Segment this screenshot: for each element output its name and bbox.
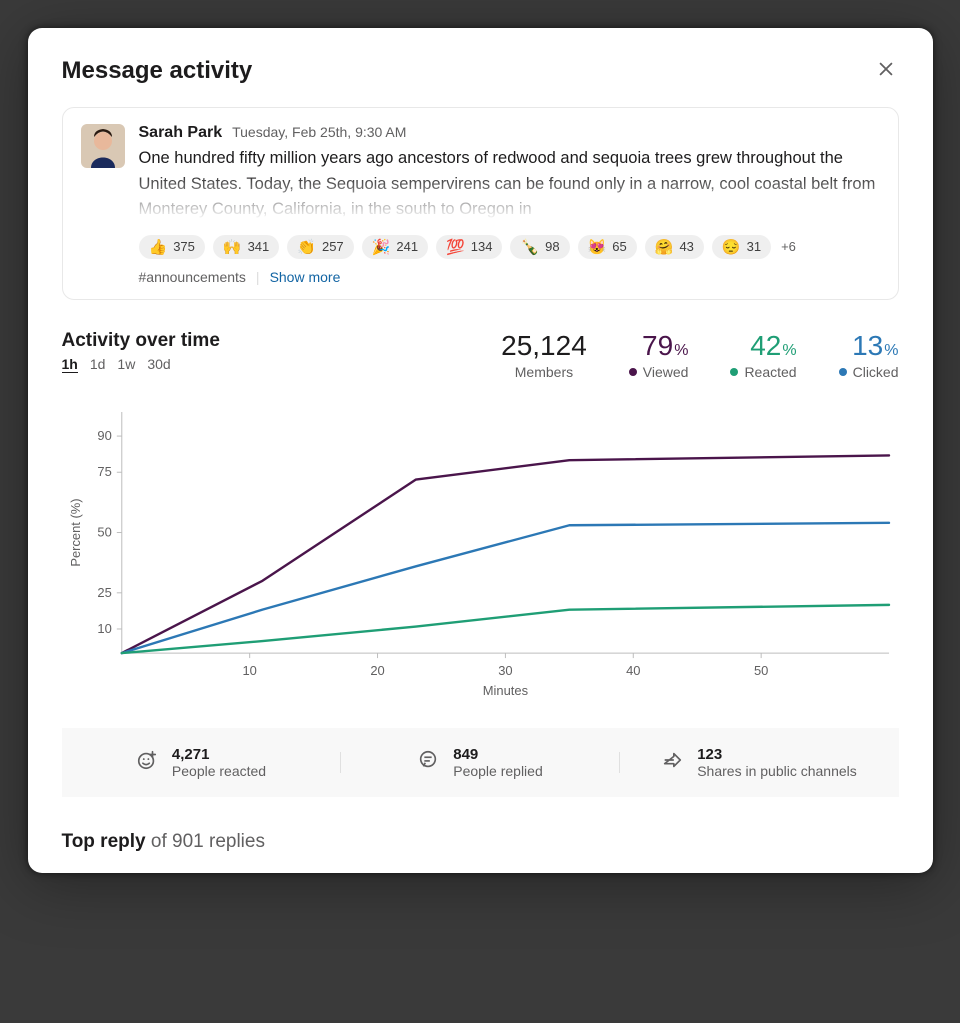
reaction-emoji: 👏 [297, 238, 316, 256]
author-avatar[interactable] [81, 124, 125, 168]
reaction-emoji: 😻 [588, 238, 607, 256]
reaction-count: 241 [396, 239, 418, 254]
reaction-pill[interactable]: 💯 134 [436, 235, 502, 259]
stat-viewed: 79% Viewed [629, 330, 689, 380]
stat-clicked: 13% Clicked [839, 330, 899, 380]
svg-text:25: 25 [97, 584, 111, 599]
panel-header: Message activity [62, 56, 899, 85]
stat-reacted-value: 42 [750, 330, 781, 362]
svg-text:30: 30 [498, 663, 512, 678]
svg-text:40: 40 [626, 663, 640, 678]
reaction-emoji: 🍾 [520, 238, 539, 256]
time-range-tab-30d[interactable]: 30d [147, 356, 170, 373]
summary-value: 4,271 [172, 746, 266, 763]
reaction-count: 375 [173, 239, 195, 254]
reply-icon [417, 749, 439, 776]
stat-members-value: 25,124 [501, 330, 587, 362]
time-range-tabs: 1h 1d 1w 30d [62, 356, 220, 373]
add-reaction-icon [136, 749, 158, 776]
svg-text:50: 50 [753, 663, 767, 678]
pct-sign: % [674, 342, 688, 360]
summary-value: 123 [697, 746, 857, 763]
message-body: Sarah Park Tuesday, Feb 25th, 9:30 AM On… [139, 124, 880, 285]
reaction-pill[interactable]: 😻 65 [578, 235, 637, 259]
reaction-emoji: 🤗 [655, 238, 674, 256]
legend-dot-reacted [730, 368, 738, 376]
summary-value: 849 [453, 746, 543, 763]
reaction-emoji: 🎉 [372, 238, 391, 256]
stat-members-label: Members [501, 364, 587, 380]
legend-dot-clicked [839, 368, 847, 376]
message-channel[interactable]: #announcements [139, 269, 246, 285]
show-more-link[interactable]: Show more [270, 269, 341, 285]
summary-label: People replied [453, 763, 543, 779]
summary-item: 123Shares in public channels [620, 746, 899, 779]
top-reply-rest: of 901 replies [146, 831, 265, 852]
stat-reacted: 42% Reacted [730, 330, 796, 380]
top-reply-strong: Top reply [62, 831, 146, 852]
message-card: Sarah Park Tuesday, Feb 25th, 9:30 AM On… [62, 107, 899, 300]
reaction-count: 98 [545, 239, 559, 254]
reaction-emoji: 💯 [446, 238, 465, 256]
message-author[interactable]: Sarah Park [139, 124, 223, 142]
time-range-tab-1h[interactable]: 1h [62, 356, 78, 373]
summary-label: Shares in public channels [697, 763, 857, 779]
stat-clicked-value: 13 [852, 330, 883, 362]
reaction-count: 134 [471, 239, 493, 254]
svg-text:10: 10 [242, 663, 256, 678]
stat-members: 25,124 Members [501, 330, 587, 380]
reaction-pill[interactable]: 👍 375 [139, 235, 205, 259]
svg-text:50: 50 [97, 524, 111, 539]
svg-text:90: 90 [97, 428, 111, 443]
reaction-pill[interactable]: 🙌 341 [213, 235, 279, 259]
message-footer: #announcements | Show more [139, 269, 880, 285]
svg-text:20: 20 [370, 663, 384, 678]
message-timestamp: Tuesday, Feb 25th, 9:30 AM [232, 124, 406, 140]
message-activity-panel: Message activity Sarah Park Tuesday, Feb… [28, 28, 933, 873]
top-reply-heading: Top reply of 901 replies [62, 831, 899, 853]
svg-text:Minutes: Minutes [482, 683, 527, 698]
reaction-overflow[interactable]: +6 [779, 239, 796, 254]
svg-text:10: 10 [97, 621, 111, 636]
summary-item: 849People replied [341, 746, 620, 779]
reaction-emoji: 🙌 [223, 238, 242, 256]
time-range-tab-1d[interactable]: 1d [90, 356, 106, 373]
share-icon [661, 749, 683, 776]
reaction-pill[interactable]: 🍾 98 [510, 235, 569, 259]
reaction-count: 341 [248, 239, 270, 254]
reaction-count: 31 [747, 239, 761, 254]
panel-title: Message activity [62, 57, 253, 85]
svg-text:75: 75 [97, 464, 111, 479]
reaction-count: 43 [679, 239, 693, 254]
stat-reacted-label: Reacted [744, 364, 796, 380]
reaction-pill[interactable]: 😔 31 [712, 235, 771, 259]
summary-label: People reacted [172, 763, 266, 779]
stat-clicked-label: Clicked [853, 364, 899, 380]
activity-chart: 10 25 50 75 90 10 20 30 40 50 Minutes Percent (%) [62, 402, 899, 706]
summary-bar: 4,271People reacted849People replied123S… [62, 728, 899, 797]
time-range-tab-1w[interactable]: 1w [117, 356, 135, 373]
pct-sign: % [884, 342, 898, 360]
stat-viewed-label: Viewed [643, 364, 689, 380]
close-icon [877, 60, 895, 78]
message-text: One hundred fifty million years ago ance… [139, 146, 880, 223]
reaction-count: 65 [612, 239, 626, 254]
separator: | [256, 269, 260, 285]
summary-item: 4,271People reacted [62, 746, 341, 779]
reaction-pill[interactable]: 🎉 241 [362, 235, 428, 259]
activity-section-title: Activity over time [62, 330, 220, 352]
reactions-row: 👍 375 🙌 341 👏 257 🎉 241 💯 134 🍾 98 😻 65 🤗 43 😔 31 +6 [139, 235, 880, 259]
legend-dot-viewed [629, 368, 637, 376]
reaction-emoji: 👍 [149, 238, 168, 256]
reaction-emoji: 😔 [722, 238, 741, 256]
svg-text:Percent (%): Percent (%) [67, 498, 82, 566]
reaction-count: 257 [322, 239, 344, 254]
reaction-pill[interactable]: 👏 257 [287, 235, 353, 259]
pct-sign: % [782, 342, 796, 360]
stat-viewed-value: 79 [642, 330, 673, 362]
reaction-pill[interactable]: 🤗 43 [645, 235, 704, 259]
close-button[interactable] [873, 56, 899, 85]
stats-row: Activity over time 1h 1d 1w 30d 25,124 Memb… [62, 330, 899, 380]
